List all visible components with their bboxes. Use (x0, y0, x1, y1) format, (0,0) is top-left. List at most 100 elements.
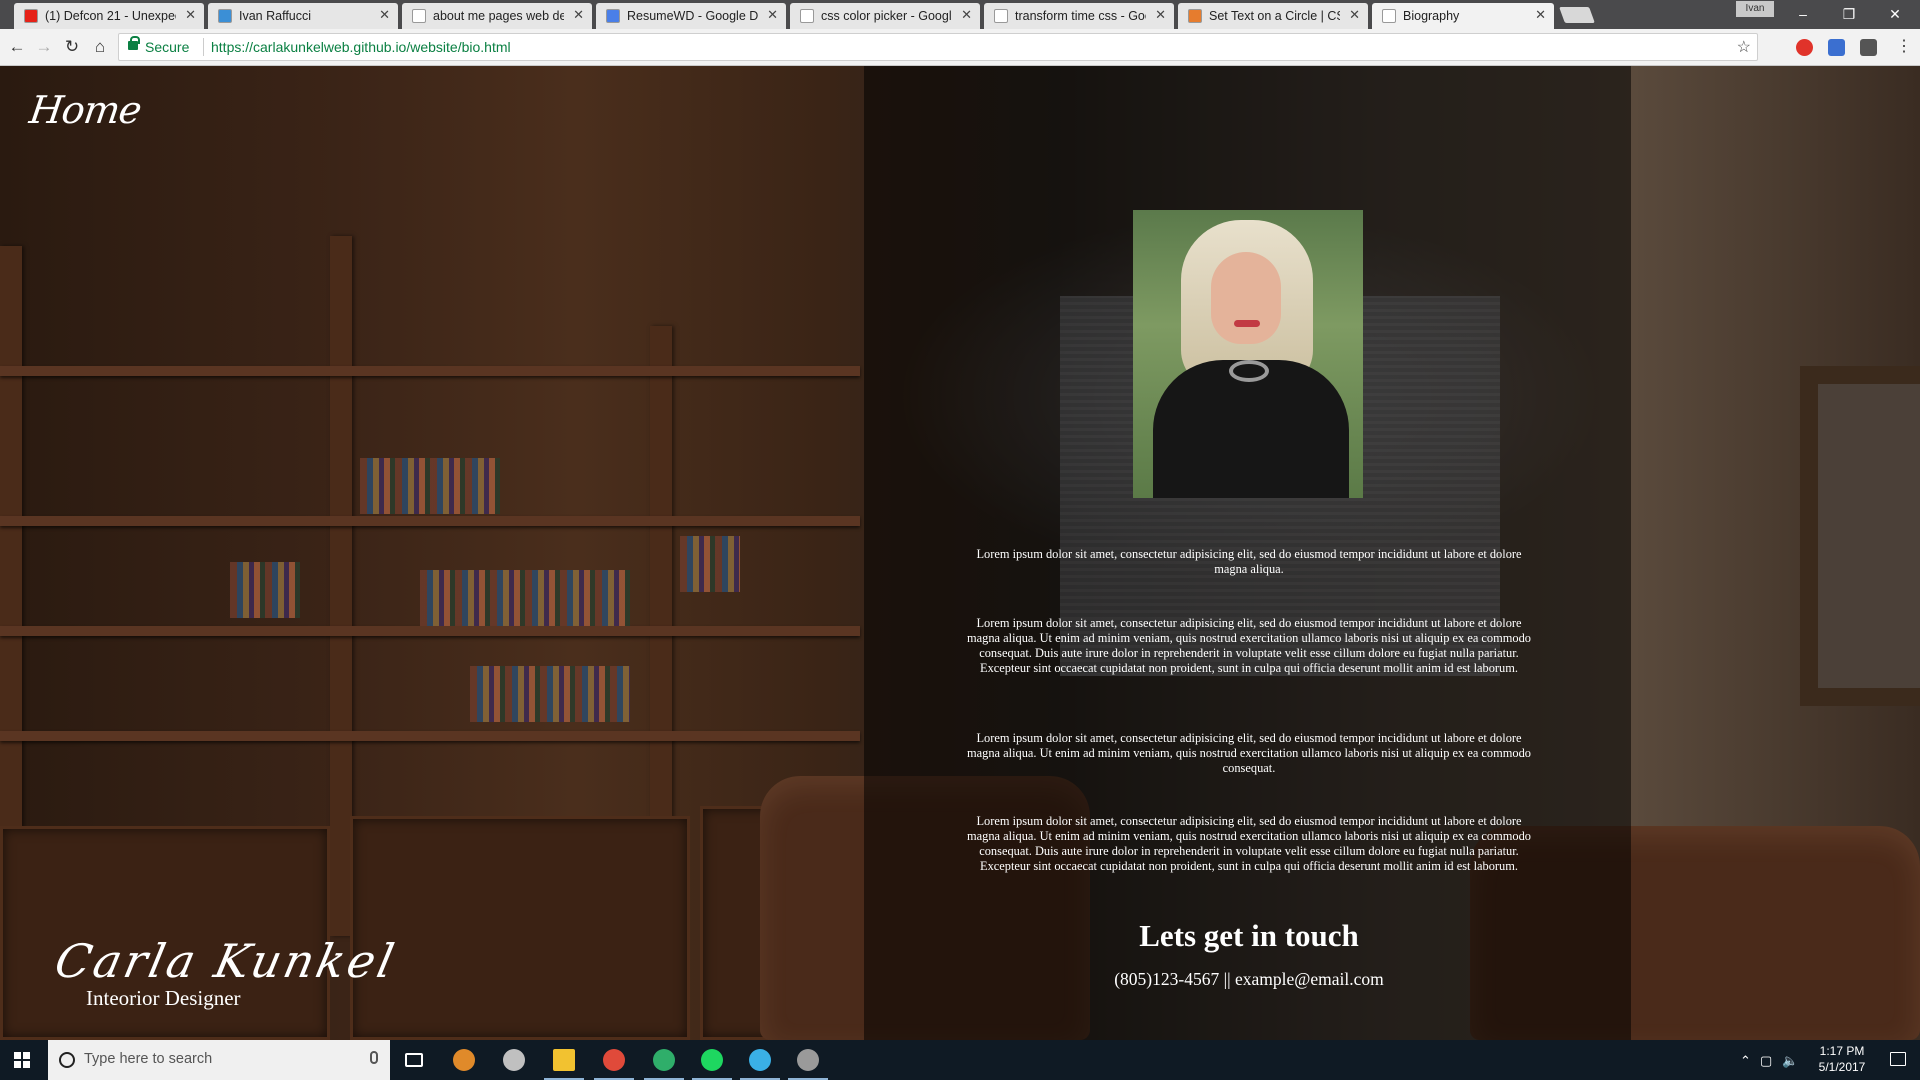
address-bar[interactable]: Secure https://carlakunkelweb.github.io/… (118, 33, 1758, 61)
settings-gear-icon (453, 1049, 475, 1071)
tab-title: Ivan Raffucci (239, 9, 312, 23)
tab-title: ResumeWD - Google Do (627, 9, 758, 23)
browser-tab[interactable]: ResumeWD - Google Do ✕ (596, 3, 786, 29)
url-text[interactable]: https://carlakunkelweb.github.io/website… (211, 39, 511, 55)
tab-title: css color picker - Google (821, 9, 952, 23)
home-icon[interactable]: ⌂ (88, 35, 112, 59)
tab-title: Set Text on a Circle | CSS (1209, 9, 1340, 23)
tab-favicon-icon (994, 9, 1008, 23)
security-label: Secure (145, 39, 190, 55)
chrome-icon (603, 1049, 625, 1071)
reload-icon[interactable]: ↻ (60, 35, 84, 59)
portrait-photo (1133, 210, 1363, 498)
bio-paragraph: Lorem ipsum dolor sit amet, consectetur … (967, 731, 1531, 775)
cortana-icon (59, 1052, 75, 1068)
tab-close-icon[interactable]: ✕ (573, 7, 584, 23)
shelf (0, 731, 860, 741)
clock-date[interactable]: 5/1/2017 (1812, 1060, 1872, 1074)
bookmark-star-icon[interactable]: ☆ (1737, 37, 1751, 57)
extension-icon[interactable] (1828, 39, 1845, 56)
minimize-button[interactable]: – (1780, 2, 1826, 26)
bio-paragraph: Lorem ipsum dolor sit amet, consectetur … (976, 547, 1522, 576)
taskbar-app-button[interactable] (440, 1040, 488, 1080)
taskbar-search-box[interactable]: Type here to search (48, 1040, 390, 1080)
chevron-up-icon[interactable]: ⌃ (1740, 1053, 1751, 1069)
profile-button[interactable]: Ivan (1736, 1, 1774, 17)
home-link[interactable]: Home (27, 88, 144, 132)
taskbar-app-button[interactable] (736, 1040, 784, 1080)
taskbar-app-button[interactable] (590, 1040, 638, 1080)
tab-title: about me pages web de (433, 9, 564, 23)
mirror (1800, 366, 1920, 706)
app-icon (797, 1049, 819, 1071)
browser-tab[interactable]: Ivan Raffucci ✕ (208, 3, 398, 29)
shelf (0, 366, 860, 376)
tab-title: transform time css - Goo (1015, 9, 1146, 23)
bookcase-side (330, 236, 352, 936)
tree-app-icon (653, 1049, 675, 1071)
tab-favicon-icon (218, 9, 232, 23)
books (470, 666, 630, 722)
volume-icon[interactable]: 🔈 (1782, 1053, 1798, 1069)
taskbar-app-button[interactable] (490, 1040, 538, 1080)
tab-close-icon[interactable]: ✕ (1155, 7, 1166, 23)
microphone-icon[interactable] (370, 1051, 378, 1064)
books (360, 458, 500, 514)
task-view-icon (405, 1053, 423, 1067)
search-placeholder: Type here to search (84, 1051, 213, 1067)
books (230, 562, 300, 618)
notifications-icon[interactable] (1890, 1052, 1906, 1066)
shelf (0, 626, 860, 636)
clock-time[interactable]: 1:17 PM (1812, 1044, 1872, 1058)
tab-close-icon[interactable]: ✕ (1349, 7, 1360, 23)
browser-toolbar: ← → ↻ ⌂ Secure https://carlakunkelweb.gi… (0, 29, 1920, 66)
contact-info[interactable]: (805)123-4567 || example@email.com (964, 969, 1534, 990)
tab-strip: (1) Defcon 21 - Unexpec ✕ Ivan Raffucci ✕ ab… (0, 0, 1920, 29)
browser-tab[interactable]: about me pages web de ✕ (402, 3, 592, 29)
system-tray: ⌃ ▢ 🔈 1:17 PM 5/1/2017 (1730, 1040, 1920, 1080)
taskbar-app-button[interactable] (540, 1040, 588, 1080)
tab-close-icon[interactable]: ✕ (185, 7, 196, 23)
extension-icon[interactable] (1860, 39, 1877, 56)
signature-name: Carla Kunkel (50, 934, 402, 988)
tab-close-icon[interactable]: ✕ (1535, 7, 1546, 23)
extension-icon[interactable] (1796, 39, 1813, 56)
tab-close-icon[interactable]: ✕ (767, 7, 778, 23)
app-icon (749, 1049, 771, 1071)
taskbar-app-button[interactable] (392, 1040, 440, 1080)
page-viewport: Home Carla Kunkel Inteorior Designer Lor… (0, 66, 1920, 1040)
forward-icon[interactable]: → (32, 35, 56, 59)
tab-close-icon[interactable]: ✕ (379, 7, 390, 23)
browser-tab[interactable]: Biography ✕ (1372, 3, 1554, 29)
tab-close-icon[interactable]: ✕ (961, 7, 972, 23)
maximize-button[interactable]: ❐ (1826, 2, 1872, 26)
network-icon[interactable]: ▢ (1760, 1053, 1772, 1069)
app-icon (503, 1049, 525, 1071)
bio-paragraph: Lorem ipsum dolor sit amet, consectetur … (967, 616, 1531, 675)
file-explorer-icon (553, 1049, 575, 1071)
cabinet (350, 816, 690, 1040)
back-icon[interactable]: ← (5, 35, 29, 59)
taskbar-app-button[interactable] (688, 1040, 736, 1080)
lock-icon (128, 36, 140, 50)
menu-kebab-icon[interactable]: ⋮ (1892, 35, 1916, 59)
tab-title: Biography (1403, 9, 1460, 23)
browser-tab[interactable]: (1) Defcon 21 - Unexpec ✕ (14, 3, 204, 29)
windows-start-icon[interactable] (14, 1052, 30, 1068)
close-window-button[interactable]: ✕ (1872, 2, 1918, 26)
tab-favicon-icon (1382, 9, 1396, 23)
bio-paragraph: Lorem ipsum dolor sit amet, consectetur … (967, 814, 1531, 873)
browser-tab[interactable]: css color picker - Google ✕ (790, 3, 980, 29)
new-tab-button[interactable] (1559, 7, 1595, 23)
spotify-icon (701, 1049, 723, 1071)
taskbar-app-button[interactable] (640, 1040, 688, 1080)
browser-tab[interactable]: Set Text on a Circle | CSS ✕ (1178, 3, 1368, 29)
taskbar-app-button[interactable] (784, 1040, 832, 1080)
tab-favicon-icon (606, 9, 620, 23)
browser-tab[interactable]: transform time css - Goo ✕ (984, 3, 1174, 29)
tab-favicon-icon (1188, 9, 1202, 23)
contact-heading: Lets get in touch (1139, 918, 1359, 953)
tab-favicon-icon (800, 9, 814, 23)
books (420, 570, 630, 626)
tab-favicon-icon (412, 9, 426, 23)
